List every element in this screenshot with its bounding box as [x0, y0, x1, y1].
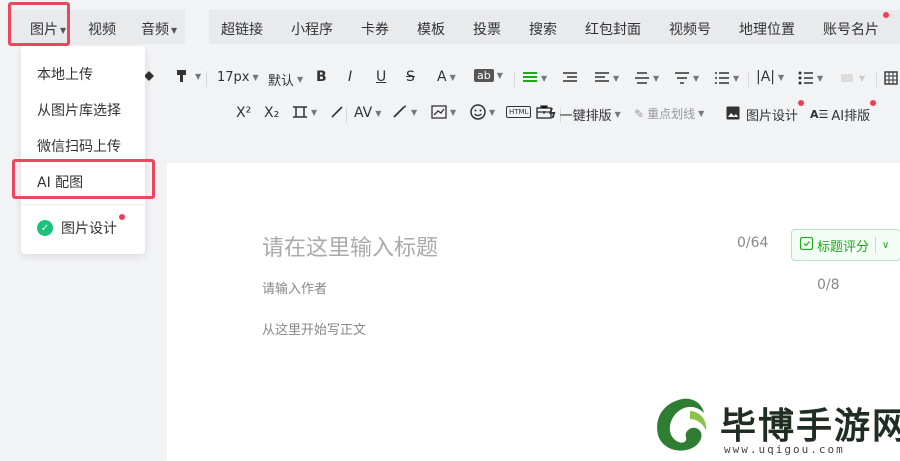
- dropdown-ai-image[interactable]: AI 配图: [37, 172, 83, 192]
- watermark-url: www.uqigou.com: [724, 443, 845, 456]
- strikethrough-button[interactable]: S: [406, 69, 415, 85]
- image-design-logo-icon: ✓: [37, 220, 53, 236]
- dropdown-image-library[interactable]: 从图片库选择: [37, 100, 121, 120]
- new-badge-dot: [119, 214, 125, 220]
- menu-card-coupon[interactable]: 卡券: [361, 19, 389, 39]
- italic-button[interactable]: I: [348, 69, 352, 85]
- chevron-down-icon: ▼: [60, 25, 67, 35]
- marker-icon: ✎: [634, 106, 645, 121]
- lightning-icon: ϟ: [548, 107, 557, 122]
- chevron-down-icon[interactable]: ∨: [882, 240, 889, 251]
- watermark-title: 毕博手游网: [720, 406, 900, 447]
- menu-vote[interactable]: 投票: [473, 19, 501, 39]
- font-color-button[interactable]: A ▼: [437, 69, 456, 85]
- dropdown-image-design[interactable]: ✓ 图片设计: [37, 218, 117, 238]
- ai-layout-button[interactable]: A☰ AI排版: [810, 105, 870, 124]
- chevron-down-icon: ▼: [171, 25, 178, 35]
- image-dropdown-menu: 本地上传 从图片库选择 微信扫码上传 AI 配图 ✓ 图片设计: [21, 46, 145, 254]
- letter-spacing-icon[interactable]: |A| ▼: [756, 69, 784, 85]
- menu-red-packet-cover[interactable]: 红包封面: [585, 19, 641, 39]
- new-badge-dot: [798, 100, 804, 106]
- title-input[interactable]: 请在这里输入标题: [262, 230, 438, 262]
- top-menu-bar: 图片 ▼ 视频 音频 ▼ 超链接 小程序 卡券 模板 投票 搜索 红包封面 视频号 …: [0, 0, 900, 50]
- emoji-icon[interactable]: ▼: [470, 104, 495, 120]
- insert-menu-group: 超链接 小程序 卡券 模板 投票 搜索 红包封面 视频号 地理位置 账号名片: [209, 10, 900, 44]
- body-input[interactable]: 从这里开始写正文: [262, 319, 366, 338]
- chart-icon[interactable]: ▼: [431, 105, 456, 119]
- leaf-logo-icon: [657, 398, 707, 451]
- magic-wand-icon[interactable]: ▼: [392, 105, 417, 119]
- dropdown-wechat-scan-upload[interactable]: 微信扫码上传: [37, 136, 121, 156]
- table-icon[interactable]: [884, 71, 898, 85]
- block-style-icon[interactable]: ▼: [840, 71, 865, 85]
- paragraph-spacing-icon[interactable]: ▼: [674, 71, 699, 85]
- site-watermark: 毕博手游网 www.uqigou.com: [648, 393, 900, 461]
- image-design-button[interactable]: 图片设计: [726, 105, 798, 124]
- underline-button[interactable]: U: [376, 69, 386, 85]
- menu-location[interactable]: 地理位置: [739, 19, 795, 39]
- html-icon[interactable]: HTML: [506, 106, 532, 118]
- author-input[interactable]: 请输入作者: [262, 278, 327, 297]
- new-badge-dot: [870, 100, 876, 106]
- menu-video[interactable]: 视频: [88, 19, 116, 39]
- superscript-button[interactable]: X²: [236, 105, 251, 121]
- list-indent-icon[interactable]: ▼: [714, 71, 739, 85]
- title-char-count: 0/64: [737, 235, 769, 251]
- media-menu-group: 图片 ▼ 视频 音频 ▼: [10, 10, 185, 44]
- menu-channels[interactable]: 视频号: [669, 19, 711, 39]
- menu-hyperlink[interactable]: 超链接: [221, 19, 263, 39]
- author-char-count: 0/8: [817, 277, 840, 293]
- ai-icon: A☰: [810, 108, 829, 121]
- bullet-list-icon[interactable]: ▼: [798, 71, 823, 85]
- one-click-layout-button[interactable]: ϟ 一键排版 ▼: [548, 105, 621, 124]
- dropdown-local-upload[interactable]: 本地上传: [37, 64, 93, 84]
- menu-search[interactable]: 搜索: [529, 19, 557, 39]
- emphasis-line-button[interactable]: ✎ 重点划线 ▼: [634, 105, 704, 122]
- link-icon[interactable]: [330, 105, 344, 119]
- menu-account-card[interactable]: 账号名片: [823, 19, 879, 39]
- score-icon: [799, 236, 814, 254]
- font-size-select[interactable]: 17px ▼: [217, 70, 259, 85]
- divider-line-icon[interactable]: ▼: [292, 105, 317, 119]
- align-left-icon[interactable]: ▼: [522, 71, 547, 85]
- menu-template[interactable]: 模板: [417, 19, 445, 39]
- bold-button[interactable]: B: [316, 69, 327, 85]
- font-family-select[interactable]: 默认 ▼: [268, 70, 303, 89]
- outdent-icon[interactable]: ▼: [594, 71, 619, 85]
- clear-format-icon[interactable]: ▼: [174, 69, 201, 83]
- line-height-icon[interactable]: ▼: [634, 71, 659, 85]
- menu-mini-program[interactable]: 小程序: [291, 19, 333, 39]
- image-icon: [726, 106, 740, 124]
- highlight-color-button[interactable]: ab ▼: [474, 69, 503, 82]
- menu-audio[interactable]: 音频 ▼: [141, 19, 177, 39]
- format-toolbar-row-2: X² X₂ ▼ AV ▼ ▼ ▼ ▼ HTML ϟ 一键排版 ▼ ✎ 重点划线 ▼ 图片设…: [148, 100, 900, 130]
- subscript-button[interactable]: X₂: [264, 105, 279, 121]
- format-toolbar-row-1: ▼ 17px ▼ 默认 ▼ B I U S A ▼ ab ▼ ▼ ▼ ▼ ▼ ▼ |A|…: [144, 64, 900, 94]
- menu-image[interactable]: 图片 ▼: [30, 19, 66, 39]
- new-badge-dot: [883, 12, 889, 18]
- word-spacing-icon[interactable]: AV ▼: [354, 105, 381, 121]
- indent-icon[interactable]: [562, 71, 578, 85]
- title-score-button[interactable]: 标题评分 ∨: [791, 229, 900, 261]
